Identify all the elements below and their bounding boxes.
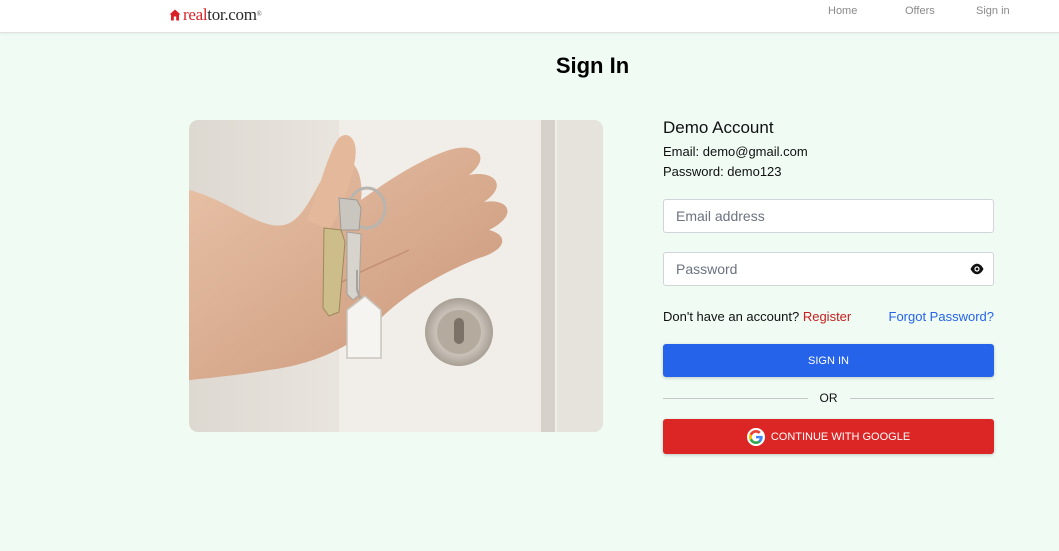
register-prompt: Don't have an account? Register [663, 309, 851, 324]
divider-line-right [849, 397, 994, 399]
account-links: Don't have an account? Register Forgot P… [663, 309, 994, 324]
google-icon [746, 427, 765, 446]
sign-in-button[interactable]: SIGN IN [663, 344, 994, 377]
logo-text-dark: tor.com [207, 5, 257, 24]
forgot-password-link[interactable]: Forgot Password? [889, 309, 995, 324]
realtor-logo[interactable]: real tor.com ® [169, 5, 262, 25]
email-input[interactable] [663, 199, 994, 233]
demo-password-text: Password: demo123 [663, 164, 782, 179]
or-label: OR [819, 391, 838, 405]
continue-with-google-button[interactable]: CONTINUE WITH GOOGLE [663, 419, 994, 454]
logo-text-red: real [183, 5, 208, 24]
page-title: Sign In [555, 53, 630, 78]
password-input[interactable] [663, 252, 994, 286]
logo-trademark: ® [256, 10, 262, 18]
demo-email-text: Email: demo@gmail.com [663, 144, 808, 159]
nav-sign-in[interactable]: Sign in [976, 5, 1010, 17]
nav-offers[interactable]: Offers [905, 5, 935, 17]
or-divider: OR [663, 391, 994, 405]
google-button-label: CONTINUE WITH GOOGLE [770, 430, 911, 443]
top-header: real tor.com ® Home Offers Sign in [0, 0, 1059, 33]
eye-icon[interactable] [970, 263, 984, 275]
demo-account-info: Demo Account Email: demo@gmail.com Passw… [663, 118, 994, 179]
nav-home[interactable]: Home [828, 5, 857, 17]
demo-account-title: Demo Account [663, 118, 774, 137]
divider-line-left [663, 397, 808, 399]
hero-image [189, 120, 603, 432]
no-account-text: Don't have an account? [663, 309, 800, 324]
house-icon [169, 9, 181, 21]
register-link[interactable]: Register [803, 309, 851, 324]
